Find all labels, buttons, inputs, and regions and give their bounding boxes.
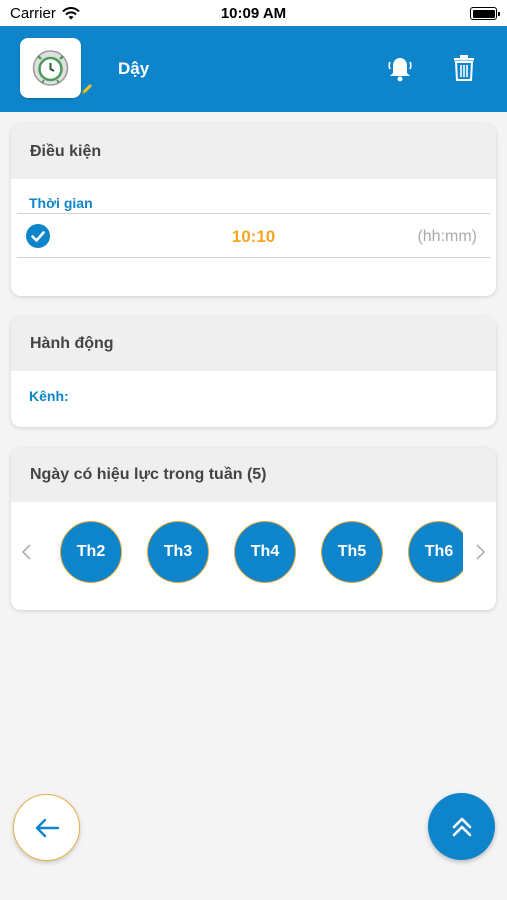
day-label: Th2	[76, 543, 106, 560]
time-format-hint: (hh:mm)	[417, 228, 477, 245]
alarm-clock-icon	[32, 50, 69, 86]
scroll-top-button[interactable]	[428, 793, 495, 860]
action-title: Hành động	[11, 317, 496, 371]
divider	[17, 257, 490, 258]
chevron-right-icon[interactable]	[473, 543, 487, 561]
header: Dậy	[0, 26, 507, 112]
chevron-left-icon[interactable]	[20, 543, 34, 561]
active-days-title: Ngày có hiệu lực trong tuần (5)	[11, 448, 496, 502]
day-th2[interactable]: Th2	[60, 521, 122, 583]
channel-label[interactable]: Kênh:	[29, 388, 69, 404]
trash-icon[interactable]	[452, 54, 476, 82]
day-label: Th3	[163, 543, 193, 560]
arrow-left-icon	[35, 818, 59, 837]
battery-icon	[470, 7, 500, 20]
day-th3[interactable]: Th3	[147, 521, 209, 583]
active-days-card: Ngày có hiệu lực trong tuần (5) Th2 Th3 …	[11, 448, 496, 610]
days-carousel[interactable]: Th2 Th3 Th4 Th5 Th6	[60, 521, 463, 583]
status-bar: Carrier 10:09 AM	[0, 0, 507, 26]
day-label: Th4	[250, 543, 280, 560]
day-label: Th5	[337, 543, 367, 560]
condition-title: Điều kiện	[11, 124, 496, 179]
status-time: 10:09 AM	[220, 5, 287, 22]
page-title: Dậy	[118, 59, 150, 78]
action-card: Hành động Kênh:	[11, 317, 496, 427]
day-th6[interactable]: Th6	[408, 521, 463, 583]
scenario-icon-button[interactable]	[20, 38, 81, 98]
day-th5[interactable]: Th5	[321, 521, 383, 583]
time-label: Thời gian	[29, 195, 93, 211]
edit-pencil-icon[interactable]	[80, 82, 94, 96]
day-label: Th6	[424, 543, 454, 560]
back-button[interactable]	[13, 794, 80, 861]
day-th4[interactable]: Th4	[234, 521, 296, 583]
bell-icon[interactable]	[385, 54, 415, 84]
condition-card: Điều kiện Thời gian 10:10 (hh:mm)	[11, 124, 496, 296]
divider	[17, 213, 490, 214]
double-chevron-up-icon	[452, 817, 471, 836]
